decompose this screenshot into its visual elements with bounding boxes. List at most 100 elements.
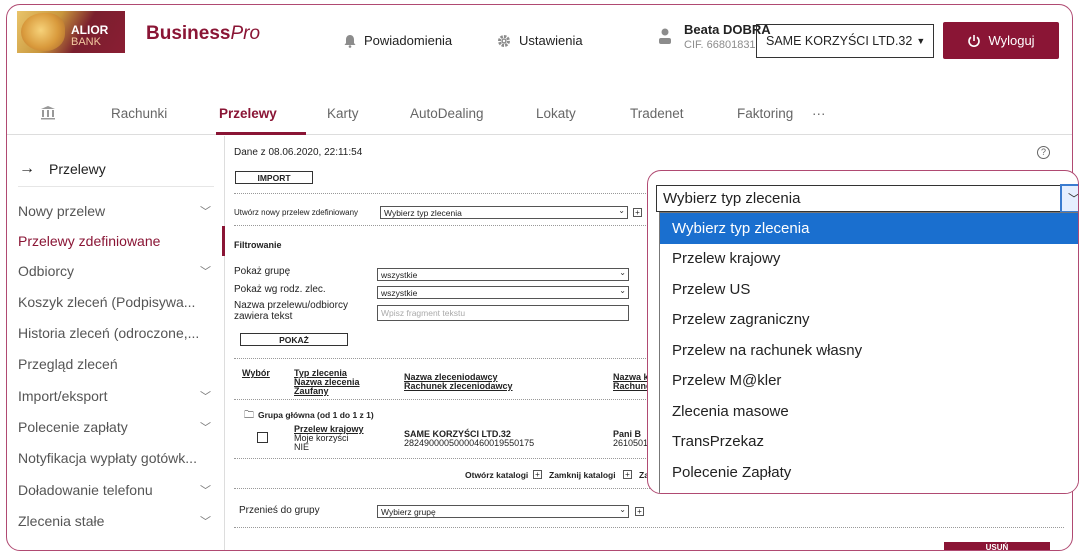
delete-button[interactable]: USUŃ	[944, 542, 1050, 550]
option-przelew-zagraniczny[interactable]: Przelew zagraniczny	[660, 305, 1078, 336]
sidebar-item-label: Historia zleceń (odroczone,...	[18, 325, 200, 341]
sidebar-item-koszyk[interactable]: Koszyk zleceń (Podpisywa...	[7, 287, 225, 317]
help-icon[interactable]: ?	[1037, 146, 1050, 159]
arrow-right-icon: →	[19, 160, 35, 177]
option-zlecenia-masowe[interactable]: Zlecenia masowe	[660, 396, 1078, 427]
chevron-down-icon: ﹀	[200, 485, 211, 497]
power-icon	[968, 34, 981, 47]
close-catalogs-link[interactable]: Zamknij katalogi	[549, 471, 616, 480]
collapse-icon[interactable]: +	[623, 470, 632, 479]
sidebar-item-label: Przegląd zleceń	[18, 356, 118, 372]
sidebar-item-label: Import/eksport	[18, 388, 108, 404]
company-name: SAME KORZYŚCI LTD.32	[766, 34, 913, 48]
import-button[interactable]: IMPORT	[235, 171, 313, 184]
gear-icon	[498, 34, 510, 47]
sidebar-item-zlecenia-stale[interactable]: Zlecenia stałe ﹀	[7, 506, 225, 536]
logo-text-alior: ALIOR	[71, 23, 109, 37]
expand-icon[interactable]: +	[635, 507, 644, 516]
row-sender-account: 28249000050000460019550175	[404, 438, 535, 448]
order-type-dropdown-zoom: Wybierz typ zlecenia ﹀ Wybierz typ zlece…	[647, 170, 1079, 494]
option-transprzekaz[interactable]: TransPrzekaz	[660, 427, 1078, 458]
main-nav: Rachunki Przelewy Karty AutoDealing Loka…	[7, 89, 1072, 135]
move-group-value: Wybierz grupę	[381, 506, 436, 517]
brand-main: Business	[146, 23, 231, 44]
sidebar-title: Przelewy	[49, 161, 106, 177]
tab-autodealing[interactable]: AutoDealing	[410, 106, 484, 121]
logout-button[interactable]: Wyloguj	[943, 22, 1059, 59]
order-type-dropdown-field[interactable]: Wybierz typ zlecenia	[656, 185, 1078, 212]
notifications-link[interactable]: Powiadomienia	[344, 33, 452, 48]
settings-label: Ustawienia	[519, 33, 583, 48]
option-przelew-makler[interactable]: Przelew M@kler	[660, 366, 1078, 397]
divider	[234, 458, 654, 459]
col-header-select[interactable]: Wybór	[242, 369, 270, 378]
bank-building-icon[interactable]	[40, 105, 56, 120]
sidebar-item-label: Zlecenia stałe	[18, 513, 105, 529]
option-przelew-krajowy[interactable]: Przelew krajowy	[660, 244, 1078, 275]
row-checkbox[interactable]	[257, 432, 268, 443]
expand-icon[interactable]: +	[533, 470, 542, 479]
expand-icon[interactable]: +	[633, 208, 642, 217]
settings-link[interactable]: Ustawienia	[497, 33, 583, 48]
type-filter-select[interactable]: wszystkie ⌄	[377, 286, 629, 299]
company-selector[interactable]: SAME KORZYŚCI LTD.32 ▼	[756, 24, 934, 58]
data-timestamp: Dane z 08.06.2020, 22:11:54	[234, 147, 363, 158]
sidebar-item-doladowanie[interactable]: Doładowanie telefonu ﹀	[7, 475, 225, 505]
sidebar-divider	[18, 186, 214, 187]
col-header-sender-account[interactable]: Rachunek zleceniodawcy	[404, 382, 513, 391]
chevron-down-icon: ⌄	[619, 268, 626, 277]
chevron-down-icon: ﹀	[200, 422, 211, 434]
chevron-down-icon: ⌄	[618, 206, 625, 215]
active-tab-indicator	[216, 132, 306, 135]
name-filter-label-2: zawiera tekst	[234, 311, 293, 322]
sidebar-item-odbiorcy[interactable]: Odbiorcy ﹀	[7, 256, 225, 286]
tab-tradenet[interactable]: Tradenet	[630, 106, 684, 121]
chevron-down-icon[interactable]: ﹀	[1060, 184, 1078, 213]
bell-icon	[344, 34, 356, 48]
sidebar-item-label: Polecenie zapłaty	[18, 419, 128, 435]
user-icon	[659, 28, 671, 44]
sidebar-item-polecenie-zaplaty[interactable]: Polecenie zapłaty ﹀	[7, 412, 225, 442]
tab-lokaty[interactable]: Lokaty	[536, 106, 576, 121]
folder-icon[interactable]: 🗀	[244, 408, 254, 425]
sidebar: → Przelewy Nowy przelew ﹀ Przelewy zdefin…	[7, 136, 225, 550]
group-filter-select[interactable]: wszystkie ⌄	[377, 268, 629, 281]
logo-emblem	[21, 13, 65, 51]
tab-przelewy[interactable]: Przelewy	[219, 106, 277, 121]
tab-rachunki[interactable]: Rachunki	[111, 106, 167, 121]
sidebar-item-label: Doładowanie telefonu	[18, 482, 153, 498]
sidebar-item-przelewy-zdefiniowane[interactable]: Przelewy zdefiniowane	[7, 226, 225, 256]
tab-faktoring[interactable]: Faktoring	[737, 106, 793, 121]
option-przelew-us[interactable]: Przelew US	[660, 274, 1078, 305]
sidebar-item-notyfikacja[interactable]: Notyfikacja wypłaty gotówk...	[7, 443, 225, 473]
open-catalogs-link[interactable]: Otwórz katalogi	[465, 471, 528, 480]
chevron-down-icon: ⌄	[619, 286, 626, 295]
sidebar-item-przeglad[interactable]: Przegląd zleceń	[7, 349, 225, 379]
tab-karty[interactable]: Karty	[327, 106, 359, 121]
move-to-group-label: Przenieś do grupy	[239, 505, 320, 516]
sidebar-item-historia[interactable]: Historia zleceń (odroczone,...	[7, 318, 225, 348]
show-button[interactable]: POKAŻ	[240, 333, 348, 346]
divider	[234, 225, 654, 226]
alior-bank-logo[interactable]: ALIOR BANK	[17, 11, 125, 53]
divider	[234, 488, 654, 489]
brand-italic: Pro	[230, 23, 261, 44]
sidebar-item-import-eksport[interactable]: Import/eksport ﹀	[7, 381, 225, 411]
option-przelew-wlasny[interactable]: Przelew na rachunek własny	[660, 335, 1078, 366]
caret-down-icon: ▼	[916, 36, 926, 46]
option-polecenie-zaplaty[interactable]: Polecenie Zapłaty	[660, 457, 1078, 488]
divider	[234, 193, 654, 194]
option-wybierz-typ[interactable]: Wybierz typ zlecenia	[660, 213, 1078, 244]
sidebar-item-label: Przelewy zdefiniowane	[18, 233, 161, 249]
chevron-down-icon: ﹀	[200, 516, 211, 528]
show-type-label: Pokaż wg rodz. zlec.	[234, 284, 326, 295]
move-group-select[interactable]: Wybierz grupę ⌄	[377, 505, 629, 518]
name-filter-placeholder: Wpisz fragment tekstu	[381, 308, 466, 318]
name-filter-input[interactable]: Wpisz fragment tekstu	[377, 305, 629, 321]
order-type-select[interactable]: Wybierz typ zlecenia ⌄	[380, 206, 628, 219]
divider	[234, 358, 654, 359]
sidebar-item-nowy-przelew[interactable]: Nowy przelew ﹀	[7, 196, 225, 226]
col-header-trusted[interactable]: Zaufany	[294, 387, 329, 396]
sidebar-back-link[interactable]: → Przelewy	[19, 160, 106, 178]
more-tabs-icon[interactable]: ···	[812, 106, 826, 121]
